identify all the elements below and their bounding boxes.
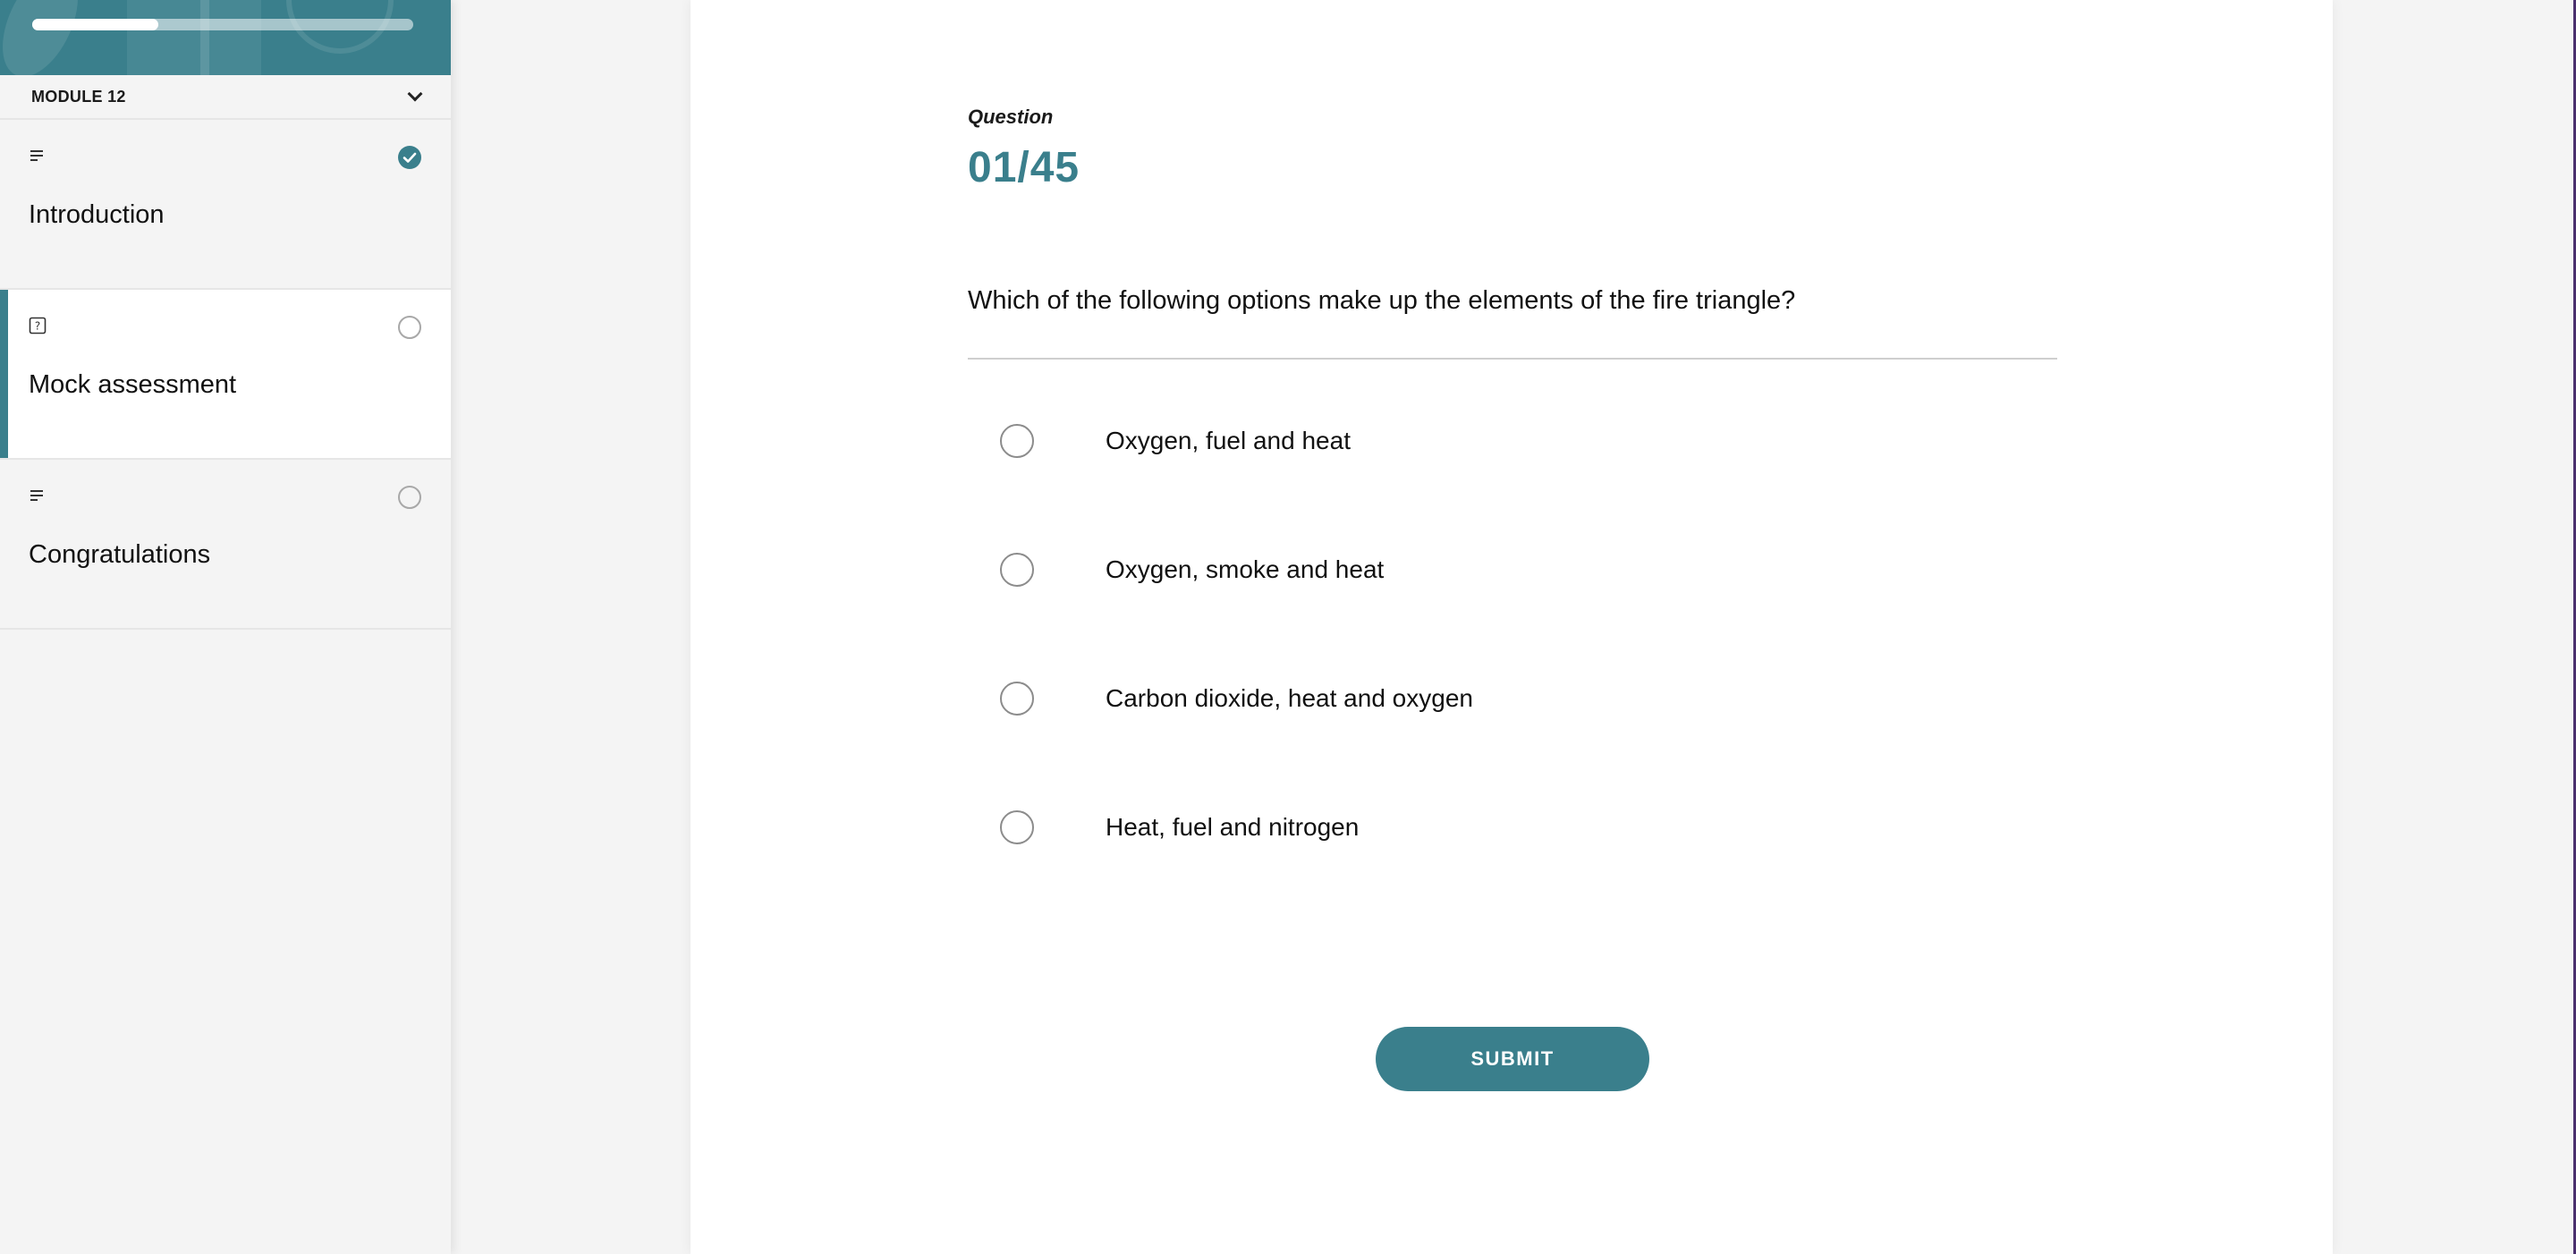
radio-button[interactable] <box>1000 553 1034 587</box>
submit-button[interactable]: SUBMIT <box>1376 1027 1649 1091</box>
lesson-item-mock-assessment[interactable]: ? Mock assessment <box>0 290 451 460</box>
radio-button[interactable] <box>1000 682 1034 716</box>
header-decoration <box>200 0 209 75</box>
lesson-title: Mock assessment <box>29 370 237 399</box>
question-text: Which of the following options make up t… <box>968 286 1796 315</box>
text-lines-icon <box>30 150 43 161</box>
header-decoration <box>0 0 94 75</box>
module-selector[interactable]: MODULE 12 <box>0 75 451 120</box>
svg-text:?: ? <box>35 320 40 333</box>
question-number: 01/45 <box>968 144 1080 191</box>
answer-option-label: Heat, fuel and nitrogen <box>1106 813 1360 841</box>
course-progress-bar <box>32 19 413 30</box>
chevron-down-icon[interactable] <box>407 86 423 102</box>
course-progress-fill <box>32 19 158 30</box>
answer-option[interactable]: Oxygen, smoke and heat <box>968 530 2057 610</box>
radio-button[interactable] <box>1000 810 1034 844</box>
answer-option[interactable]: Carbon dioxide, heat and oxygen <box>968 658 2057 739</box>
answer-option[interactable]: Oxygen, fuel and heat <box>968 401 2057 481</box>
radio-button[interactable] <box>1000 424 1034 458</box>
answer-option-label: Oxygen, smoke and heat <box>1106 555 1385 583</box>
lesson-title: Introduction <box>29 200 165 229</box>
answer-option-label: Oxygen, fuel and heat <box>1106 427 1351 454</box>
course-header-banner <box>0 0 451 75</box>
module-label: MODULE 12 <box>31 87 126 106</box>
lesson-title: Congratulations <box>29 540 211 569</box>
text-lines-icon <box>30 490 43 501</box>
lesson-item-introduction[interactable]: Introduction <box>0 120 451 290</box>
header-decoration <box>127 0 261 75</box>
course-sidebar: MODULE 12 Introduction ? Mock assessment <box>0 0 451 1254</box>
answer-option[interactable]: Heat, fuel and nitrogen <box>968 787 2057 868</box>
question-divider <box>968 358 2057 360</box>
question-kicker: Question <box>968 106 1054 128</box>
empty-circle-icon <box>398 316 421 339</box>
lesson-item-congratulations[interactable]: Congratulations <box>0 460 451 630</box>
answer-option-label: Carbon dioxide, heat and oxygen <box>1106 684 1473 712</box>
empty-circle-icon <box>398 486 421 509</box>
question-box-icon: ? <box>29 317 47 335</box>
check-circle-icon <box>398 146 421 169</box>
